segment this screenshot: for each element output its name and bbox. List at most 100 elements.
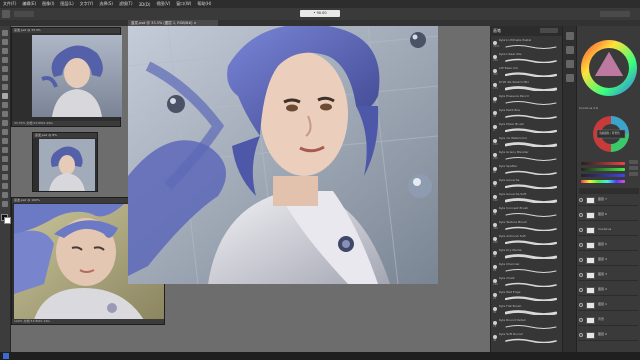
angle-field[interactable]: • 90.00: [300, 10, 340, 17]
swatches-panel-icon[interactable]: [566, 46, 574, 54]
brush-preset-item[interactable]: Lift Basic Ink 300: [493, 66, 559, 78]
layer-visibility-eye-icon[interactable]: [579, 288, 583, 292]
brush-preset-item[interactable]: Kyle Soft Round 40: [493, 332, 559, 344]
layer-row[interactable]: 图层 0: [578, 331, 638, 341]
layer-visibility-eye-icon[interactable]: [579, 213, 583, 217]
brush-preset-item[interactable]: Kyle Texture Brush 350: [493, 220, 559, 232]
quick-select-tool-icon[interactable]: [2, 57, 8, 63]
color-wheel[interactable]: [577, 28, 640, 102]
brush-preset-item[interactable]: Kyle Concept Brush 45: [493, 206, 559, 218]
path-select-tool-icon[interactable]: [2, 174, 8, 180]
layer-visibility-eye-icon[interactable]: [579, 228, 583, 232]
brush-preset-item[interactable]: Kyle Airbrush Soft 180: [493, 234, 559, 246]
layer-visibility-eye-icon[interactable]: [579, 303, 583, 307]
brush-preset-item[interactable]: Kyle Spatter 80: [493, 164, 559, 176]
layer-row[interactable]: 图层 2: [578, 286, 638, 296]
layer-visibility-eye-icon[interactable]: [579, 318, 583, 322]
menu-help[interactable]: 帮助(H): [197, 1, 211, 7]
eraser-tool-icon[interactable]: [2, 120, 8, 126]
blue-value-field[interactable]: [629, 172, 638, 176]
shape-tool-icon[interactable]: [2, 183, 8, 189]
blur-tool-icon[interactable]: [2, 138, 8, 144]
brush-tool-icon[interactable]: [2, 93, 8, 99]
menu-select[interactable]: 选择(S): [99, 1, 113, 7]
layer-row[interactable]: 图层 7: [578, 196, 638, 206]
layer-row[interactable]: 图层 3: [578, 271, 638, 281]
layer-visibility-eye-icon[interactable]: [579, 258, 583, 262]
hand-tool-icon[interactable]: [2, 192, 8, 198]
layer-row[interactable]: 图层 1: [578, 301, 638, 311]
red-slider[interactable]: [581, 162, 625, 165]
layer-row[interactable]: 图层 5: [578, 241, 638, 251]
brush-size-picker[interactable]: [14, 11, 34, 17]
menu-file[interactable]: 文件(F): [3, 1, 16, 7]
layer-row[interactable]: 图层 4: [578, 256, 638, 266]
brush-preset-item[interactable]: KYLE 4G Sketch Mkr 175: [493, 80, 559, 92]
marquee-tool-icon[interactable]: [2, 39, 8, 45]
healing-tool-icon[interactable]: [2, 84, 8, 90]
brush-tool-preset-icon[interactable]: [2, 10, 10, 18]
menu-view[interactable]: 视图(V): [156, 1, 170, 7]
green-value-field[interactable]: [629, 166, 638, 170]
layer-visibility-eye-icon[interactable]: [579, 243, 583, 247]
clone-stamp-tool-icon[interactable]: [2, 102, 8, 108]
brush-preset-item[interactable]: Kyle Gouache Soft 100: [493, 192, 559, 204]
color-wheel-secondary[interactable]: [577, 112, 640, 158]
green-slider[interactable]: [581, 168, 625, 171]
zoom-tool-icon[interactable]: [2, 201, 8, 207]
brush-preset-item[interactable]: Kyle Round Detail 18: [493, 318, 559, 330]
brush-preset-item[interactable]: Kyle Wet Edge 22: [493, 290, 559, 302]
brush-preset-item[interactable]: Kyle Flat Brush 30: [493, 304, 559, 316]
menu-3d[interactable]: 3D(D): [139, 2, 151, 7]
layer-visibility-eye-icon[interactable]: [579, 333, 583, 337]
layer-visibility-eye-icon[interactable]: [579, 273, 583, 277]
layer-visibility-eye-icon[interactable]: [579, 198, 583, 202]
eyedropper-tool-icon[interactable]: [2, 75, 8, 81]
brushes-panel-icon[interactable]: [566, 60, 574, 68]
layer-name: 图层 1: [598, 302, 607, 306]
history-brush-tool-icon[interactable]: [2, 111, 8, 117]
crop-tool-icon[interactable]: [2, 66, 8, 72]
menu-edit[interactable]: 编辑(E): [22, 1, 36, 7]
blue-slider[interactable]: [581, 174, 625, 177]
brush-preset-item[interactable]: Kyle's Ultimate Pastel 3000: [493, 38, 559, 50]
layer-row[interactable]: 背景: [578, 316, 638, 326]
menu-layer[interactable]: 图层(L): [60, 1, 73, 7]
menu-type[interactable]: 文字(Y): [80, 1, 94, 7]
gradient-tool-icon[interactable]: [2, 129, 8, 135]
brush-preset-item[interactable]: Kyle Pressure Pencil 50: [493, 94, 559, 106]
brush-preset-item[interactable]: Kyle Grainy Blender 200: [493, 150, 559, 162]
hue-slider[interactable]: [581, 180, 625, 183]
brush-stroke-preview: [505, 157, 557, 161]
move-tool-icon[interactable]: [2, 30, 8, 36]
brush-preset-item[interactable]: Kyle's Real Oils 250: [493, 52, 559, 64]
red-value-field[interactable]: [629, 160, 638, 164]
brush-preset-item[interactable]: Kyle Paint Box 95: [493, 108, 559, 120]
brush-preset-item[interactable]: Kyle Dry Media 90: [493, 248, 559, 260]
brush-preset-item[interactable]: Kyle 1A Watercolor 150: [493, 136, 559, 148]
lasso-tool-icon[interactable]: [2, 48, 8, 54]
history-panel-icon[interactable]: [566, 32, 574, 40]
doc-window-middle[interactable]: 蓝发.psd @ 8%: [32, 132, 98, 192]
background-color-swatch[interactable]: [4, 217, 11, 224]
brush-preset-size: 100: [493, 199, 498, 202]
type-tool-icon[interactable]: [2, 165, 8, 171]
adjustments-panel-icon[interactable]: [566, 74, 574, 82]
workspace-switcher[interactable]: [600, 11, 630, 17]
layer-row[interactable]: 图层 6: [578, 211, 638, 221]
brush-preset-item[interactable]: Kyle Gouache 70: [493, 178, 559, 190]
start-icon[interactable]: [3, 353, 9, 359]
pen-tool-icon[interactable]: [2, 156, 8, 162]
brush-panel-menu-button[interactable]: [540, 28, 558, 33]
menu-filter[interactable]: 滤镜(T): [119, 1, 133, 7]
brush-preset-item[interactable]: Kyle Chalk 120: [493, 276, 559, 288]
menu-image[interactable]: 图像(I): [42, 1, 54, 7]
doc-window-top[interactable]: 蓝发.psd @ 33.3% 33.33% 文档:53.8M/1.26G: [11, 27, 122, 127]
main-canvas[interactable]: [128, 26, 438, 284]
brush-preset-item[interactable]: Kyle Mixer Brush 9: [493, 122, 559, 134]
dodge-tool-icon[interactable]: [2, 147, 8, 153]
brush-preset-item[interactable]: Kyle Charcoal 60: [493, 262, 559, 274]
menu-window[interactable]: 窗口(W): [176, 1, 191, 7]
layer-row[interactable]: Coolorus: [578, 226, 638, 236]
artwork-preview-top: [32, 35, 122, 117]
